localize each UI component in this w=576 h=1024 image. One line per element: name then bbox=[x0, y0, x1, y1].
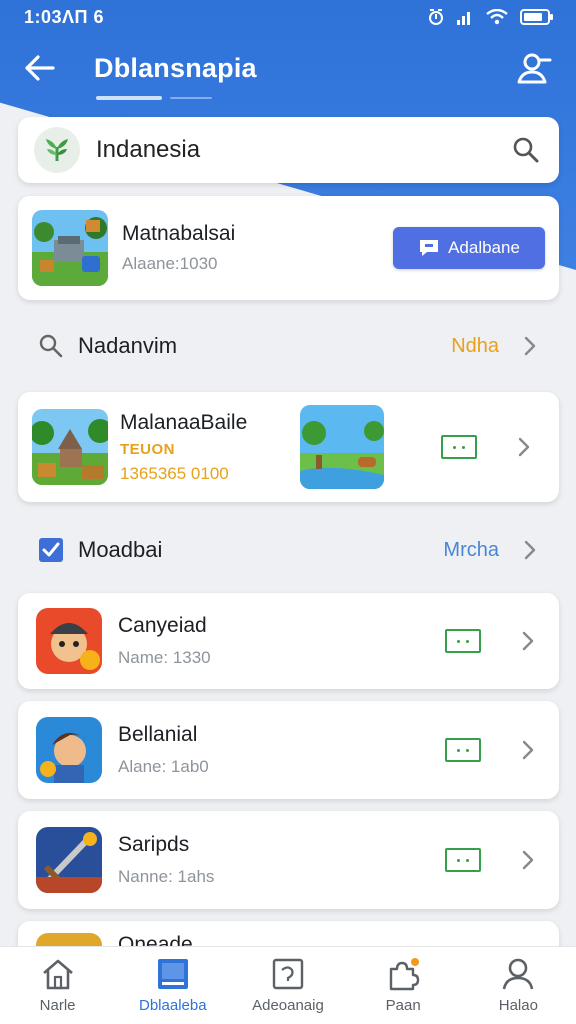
featured-title: Matnabalsai bbox=[122, 222, 236, 245]
tab-indicator bbox=[96, 96, 162, 100]
gallery-icon bbox=[272, 958, 304, 990]
status-bar: 1:03ΛΠ 6 bbox=[0, 0, 576, 34]
game-icon-thumbnail bbox=[36, 717, 102, 783]
nav-label-puzzle: Paan bbox=[385, 997, 421, 1014]
list-item[interactable]: Canyeiad Name: 1330 bbox=[18, 593, 559, 689]
list-item-info: Saripds Nanne: 1ahs bbox=[118, 833, 445, 887]
nav-item-library[interactable]: Dblaaleba bbox=[118, 957, 228, 1014]
chevron-right-icon bbox=[522, 850, 534, 870]
list-item-subtitle: Nanne: 1ahs bbox=[118, 867, 215, 886]
section-more-link-1[interactable]: Ndha bbox=[451, 335, 499, 358]
game-icon-thumbnail bbox=[36, 827, 102, 893]
nav-label-home: Narle bbox=[39, 997, 76, 1014]
featured-action-label: Adalbane bbox=[448, 238, 520, 257]
bottom-navigation: Narle Dblaaleba Adeoanaig Paan Halao bbox=[0, 946, 576, 1024]
featured-action-button[interactable]: Adalbane bbox=[393, 227, 545, 269]
section-title-2: Moadbai bbox=[78, 537, 163, 562]
search-icon bbox=[39, 334, 63, 358]
home-icon bbox=[42, 959, 73, 990]
section-header-1[interactable]: Nadanvim Ndha bbox=[18, 322, 559, 370]
featured-subtitle: Alaane:1030 bbox=[122, 254, 218, 273]
chevron-right-icon bbox=[518, 437, 530, 457]
nav-item-home[interactable]: Narle bbox=[3, 957, 113, 1014]
book-icon bbox=[157, 959, 188, 989]
screen-icon[interactable] bbox=[445, 629, 481, 653]
big-card-stat: 1365365 0100 bbox=[120, 463, 229, 483]
alarm-icon bbox=[429, 9, 443, 25]
puzzle-icon bbox=[389, 958, 420, 991]
featured-list-card[interactable]: MalanaaBaile TEUON 1365365 0100 bbox=[18, 392, 559, 502]
list-item-title: Saripds bbox=[118, 833, 190, 856]
checkbox-checked-icon[interactable] bbox=[38, 537, 64, 563]
game-icon-thumbnail bbox=[36, 608, 102, 674]
nav-label-library: Dblaaleba bbox=[139, 997, 207, 1014]
arrow-left-icon bbox=[25, 55, 55, 81]
list-item-title: Canyeiad bbox=[118, 614, 207, 637]
app-bar: Dblansnapia bbox=[0, 34, 576, 102]
big-card-tag: TEUON bbox=[120, 440, 175, 458]
chevron-right-icon bbox=[522, 740, 534, 760]
wifi-icon bbox=[486, 9, 508, 25]
section-header-2[interactable]: Moadbai Mrcha bbox=[18, 526, 559, 574]
region-logo-icon bbox=[34, 127, 80, 173]
nav-item-profile[interactable]: Halao bbox=[463, 957, 573, 1014]
search-bar[interactable]: Indanesia bbox=[18, 117, 559, 183]
chevron-right-icon bbox=[521, 336, 539, 356]
signal-icon bbox=[457, 12, 470, 25]
game-thumbnail bbox=[32, 409, 108, 485]
big-card-info: MalanaaBaile TEUON 1365365 0100 bbox=[120, 411, 300, 484]
big-card-actions bbox=[441, 435, 545, 459]
status-time: 1:03ΛΠ 6 bbox=[24, 6, 105, 27]
featured-card[interactable]: Matnabalsai Alaane:1030 Adalbane bbox=[18, 196, 559, 300]
list-item-actions bbox=[445, 848, 541, 872]
page-title: Dblansnapia bbox=[94, 52, 257, 83]
list-item-subtitle: Alane: 1ab0 bbox=[118, 757, 209, 776]
person-icon bbox=[503, 958, 534, 990]
nav-label-gallery: Adeoanaig bbox=[252, 997, 324, 1014]
user-settings-icon bbox=[517, 53, 552, 84]
search-input[interactable]: Indanesia bbox=[96, 136, 509, 164]
nav-item-puzzle[interactable]: Paan bbox=[348, 957, 458, 1014]
screen-icon[interactable] bbox=[445, 738, 481, 762]
big-card-title: MalanaaBaile bbox=[120, 410, 248, 434]
tab-indicator-secondary bbox=[170, 97, 212, 99]
list-item-actions bbox=[445, 738, 541, 762]
battery-icon bbox=[520, 9, 553, 25]
back-button[interactable] bbox=[22, 50, 58, 86]
nav-item-gallery[interactable]: Adeoanaig bbox=[233, 957, 343, 1014]
chat-icon bbox=[420, 240, 439, 256]
list-item-info: Canyeiad Name: 1330 bbox=[118, 614, 445, 668]
featured-game-thumbnail bbox=[32, 210, 108, 286]
chevron-right-icon bbox=[522, 631, 534, 651]
featured-info: Matnabalsai Alaane:1030 bbox=[122, 222, 393, 274]
list-item-subtitle: Name: 1330 bbox=[118, 648, 211, 667]
list-item[interactable]: Bellanial Alane: 1ab0 bbox=[18, 701, 559, 799]
list-item-title: Bellanial bbox=[118, 723, 198, 746]
status-icons bbox=[428, 8, 554, 26]
nav-label-profile: Halao bbox=[498, 997, 538, 1014]
screen-icon[interactable] bbox=[445, 848, 481, 872]
chevron-right-icon bbox=[521, 540, 539, 560]
profile-button[interactable] bbox=[514, 48, 554, 88]
section-more-link-2[interactable]: Mrcha bbox=[443, 539, 499, 562]
search-button[interactable] bbox=[509, 133, 543, 167]
list-item[interactable]: Saripds Nanne: 1ahs bbox=[18, 811, 559, 909]
game-preview-thumbnail bbox=[300, 405, 384, 489]
screen-icon[interactable] bbox=[441, 435, 477, 459]
search-icon bbox=[513, 137, 539, 163]
list-item-info: Bellanial Alane: 1ab0 bbox=[118, 723, 445, 777]
list-item-actions bbox=[445, 629, 541, 653]
section-title-1: Nadanvim bbox=[78, 333, 178, 358]
